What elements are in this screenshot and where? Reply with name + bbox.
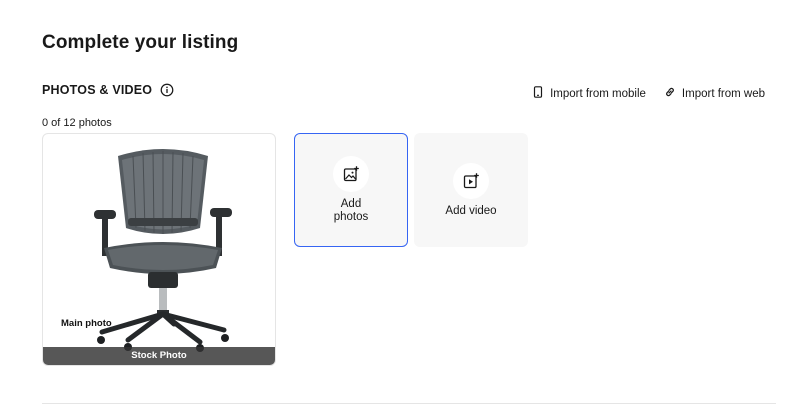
section-title: PHOTOS & VIDEO (42, 83, 153, 97)
link-icon (664, 86, 676, 101)
add-video-label: Add video (445, 204, 497, 217)
add-video-button[interactable]: Add video (414, 133, 528, 247)
add-photos-button[interactable]: Add photos (294, 133, 408, 247)
import-from-web-label: Import from web (681, 87, 765, 100)
photos-section-header: PHOTOS & VIDEO (42, 83, 174, 97)
main-photo-card[interactable]: Main photo Stock Photo (42, 133, 276, 366)
mobile-phone-icon (532, 86, 544, 101)
stock-photo-badge: Stock Photo (43, 347, 275, 365)
import-from-mobile-label: Import from mobile (550, 87, 646, 100)
import-from-web-link[interactable]: Import from web (664, 86, 765, 101)
import-from-mobile-link[interactable]: Import from mobile (532, 86, 646, 101)
add-photos-icon-wrap (333, 156, 369, 192)
add-video-icon-wrap (453, 162, 489, 199)
info-icon[interactable] (160, 83, 174, 97)
photo-count: 0 of 12 photos (42, 117, 112, 129)
add-video-icon (463, 172, 479, 188)
add-image-icon (343, 166, 359, 182)
add-photos-label: Add photos (333, 198, 369, 223)
page-title: Complete your listing (42, 32, 239, 53)
main-photo-label: Main photo (61, 318, 112, 329)
import-links: Import from mobile Import from web (532, 86, 765, 101)
listing-page: Complete your listing PHOTOS & VIDEO Imp… (0, 0, 798, 408)
section-divider (42, 403, 776, 404)
